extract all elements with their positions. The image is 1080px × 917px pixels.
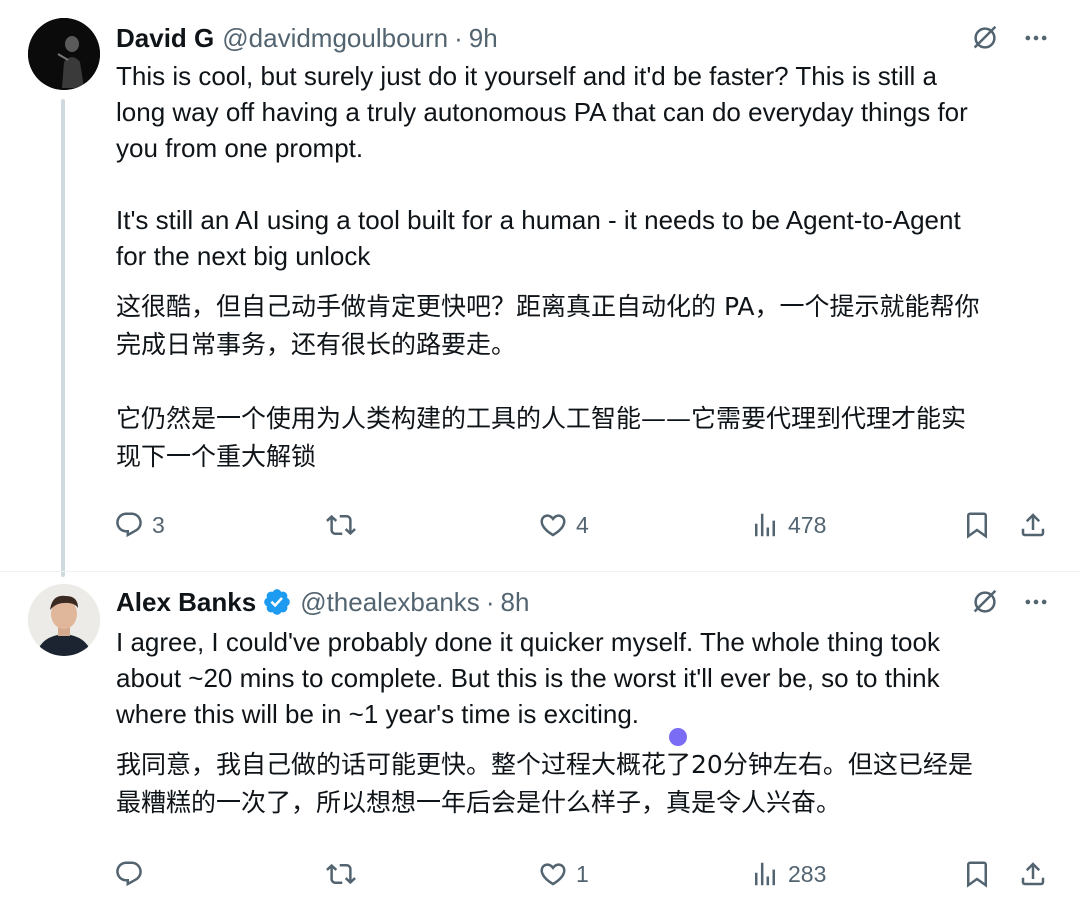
like-button[interactable]: 1 <box>538 854 589 894</box>
tweet-top-actions <box>970 585 1050 619</box>
separator-dot: · <box>485 586 495 617</box>
timestamp[interactable]: 9h <box>469 23 498 54</box>
bookmark-icon <box>962 859 992 889</box>
retweet-button[interactable] <box>326 854 364 894</box>
views-icon <box>750 510 780 540</box>
retweet-button[interactable] <box>326 505 364 545</box>
text-line: This is cool, but surely just do it your… <box>116 61 937 91</box>
share-icon <box>1018 859 1048 889</box>
tweet-action-bar: 3 4 478 <box>114 505 1056 545</box>
like-count: 1 <box>576 860 589 887</box>
like-count: 4 <box>576 511 589 538</box>
author-name[interactable]: Alex Banks <box>116 587 256 618</box>
mouse-cursor-indicator <box>669 728 687 746</box>
reply-icon <box>114 510 144 540</box>
author-handle[interactable]: @davidmgoulbourn <box>222 23 448 54</box>
reply-count: 3 <box>152 511 165 538</box>
translated-text: 我同意，我自己做的话可能更快。整个过程大概花了20分钟左右。但这已经是 最糟糕的… <box>116 746 1056 822</box>
like-icon <box>538 510 568 540</box>
like-icon <box>538 859 568 889</box>
view-count: 478 <box>788 511 827 538</box>
verified-badge-icon <box>262 587 292 617</box>
reply-button[interactable]: 3 <box>114 505 165 545</box>
share-icon <box>1018 510 1048 540</box>
divider <box>0 571 1080 572</box>
text-line: I agree, I could've probably done it qui… <box>116 627 940 657</box>
retweet-icon <box>326 510 356 540</box>
more-icon[interactable] <box>1022 24 1050 52</box>
bookmark-icon <box>962 510 992 540</box>
tweet-top-actions <box>970 21 1050 55</box>
reply-button[interactable] <box>114 854 152 894</box>
views-button[interactable]: 283 <box>750 854 826 894</box>
avatar[interactable] <box>28 18 100 90</box>
translated-text: 这很酷，但自己动手做肯定更快吧？距离真正自动化的 PA，一个提示就能帮你 完成日… <box>116 288 1056 476</box>
avatar[interactable] <box>28 584 100 656</box>
text-line: 完成日常事务，还有很长的路要走。 <box>116 330 517 359</box>
more-icon[interactable] <box>1022 588 1050 616</box>
author-name[interactable]: David G <box>116 23 214 54</box>
like-button[interactable]: 4 <box>538 505 589 545</box>
text-line: 它仍然是一个使用为人类构建的工具的人工智能——它需要代理到代理才能实 <box>116 404 967 433</box>
grok-icon[interactable] <box>970 23 1000 53</box>
share-button[interactable] <box>1018 854 1048 894</box>
text-line: where this will be in ~1 year's time is … <box>116 699 640 729</box>
separator-dot: · <box>454 22 463 53</box>
text-line: you from one prompt. <box>116 133 364 163</box>
author-handle[interactable]: @thealexbanks <box>300 587 480 618</box>
text-line: 我同意，我自己做的话可能更快。整个过程大概花了20分钟左右。但这已经是 <box>116 750 973 779</box>
text-line: about ~20 mins to complete. But this is … <box>116 663 940 693</box>
tweet-header: David G @davidmgoulbourn · 9h <box>116 21 498 55</box>
text-line: It's still an AI using a tool built for … <box>116 205 961 235</box>
timestamp[interactable]: 8h <box>500 587 529 618</box>
bookmark-button[interactable] <box>962 854 992 894</box>
view-count: 283 <box>788 860 827 887</box>
tweet-action-bar: 1 283 <box>114 854 1056 894</box>
text-line: long way off having a truly autonomous P… <box>116 97 968 127</box>
grok-icon[interactable] <box>970 587 1000 617</box>
reply-icon <box>114 859 144 889</box>
tweet-header: Alex Banks @thealexbanks · 8h <box>116 585 529 619</box>
text-line: 这很酷，但自己动手做肯定更快吧？距离真正自动化的 PA，一个提示就能帮你 <box>116 292 980 321</box>
text-line: for the next big unlock <box>116 241 371 271</box>
retweet-icon <box>326 859 356 889</box>
share-button[interactable] <box>1018 505 1048 545</box>
tweet-text: I agree, I could've probably done it qui… <box>116 624 1056 732</box>
tweet-text: This is cool, but surely just do it your… <box>116 58 1056 274</box>
thread-connector-line <box>61 99 65 577</box>
text-line: 现下一个重大解锁 <box>116 442 317 471</box>
bookmark-button[interactable] <box>962 505 992 545</box>
views-icon <box>750 859 780 889</box>
text-line: 最糟糕的一次了，所以想想一年后会是什么样子，真是令人兴奋。 <box>116 788 842 817</box>
views-button[interactable]: 478 <box>750 505 826 545</box>
